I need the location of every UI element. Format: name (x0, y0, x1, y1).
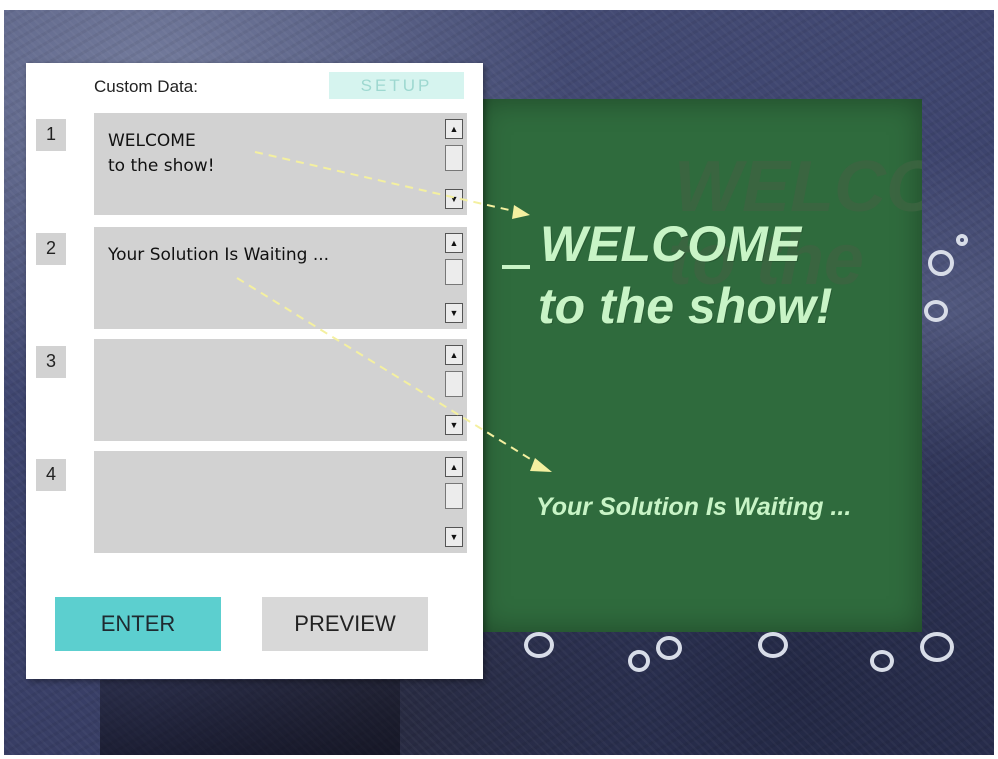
row-field-3[interactable]: ▲ ▼ (94, 339, 467, 441)
subline-text: Your Solution Is Waiting ... (536, 493, 852, 521)
bubble-decoration (920, 632, 954, 662)
display-board: WELCO to the WELCOME to the show! Your S… (478, 99, 922, 632)
custom-data-panel: Custom Data: SETUP 1 WELCOME to the show… (26, 63, 483, 679)
scrollbar-thumb[interactable] (445, 371, 463, 397)
scrollbar-thumb[interactable] (445, 145, 463, 171)
scroll-up-icon[interactable]: ▲ (445, 233, 463, 253)
scroll-up-icon[interactable]: ▲ (445, 119, 463, 139)
row-number-3: 3 (36, 346, 66, 378)
frame-shadow (100, 680, 400, 755)
text-cursor-dash (502, 265, 530, 269)
row-field-2[interactable]: Your Solution Is Waiting ... ▲ ▼ (94, 227, 467, 329)
scroll-down-icon[interactable]: ▼ (445, 527, 463, 547)
preview-button[interactable]: PREVIEW (262, 597, 428, 651)
scroll-up-icon[interactable]: ▲ (445, 345, 463, 365)
custom-data-label: Custom Data: (94, 77, 198, 96)
bubble-decoration (758, 632, 788, 658)
bubble-decoration (870, 650, 894, 672)
row-field-4[interactable]: ▲ ▼ (94, 451, 467, 553)
headline-line-1: WELCOME (540, 216, 802, 272)
bubble-decoration (928, 250, 954, 276)
scrollbar-thumb[interactable] (445, 259, 463, 285)
bubble-decoration (956, 234, 968, 246)
row-number-2: 2 (36, 233, 66, 265)
scroll-down-icon[interactable]: ▼ (445, 189, 463, 209)
scroll-up-icon[interactable]: ▲ (445, 457, 463, 477)
row-text-1[interactable]: WELCOME to the show! (108, 129, 428, 179)
scroll-down-icon[interactable]: ▼ (445, 415, 463, 435)
scroll-down-icon[interactable]: ▼ (445, 303, 463, 323)
row-number-4: 4 (36, 459, 66, 491)
stage: WELCO to the WELCOME to the show! Your S… (0, 0, 998, 759)
row-number-1: 1 (36, 119, 66, 151)
setup-button[interactable]: SETUP (329, 72, 464, 99)
row-text-2[interactable]: Your Solution Is Waiting ... (108, 243, 428, 268)
bubble-decoration (656, 636, 682, 660)
bubble-decoration (924, 300, 948, 322)
scrollbar-thumb[interactable] (445, 483, 463, 509)
row-field-1[interactable]: WELCOME to the show! ▲ ▼ (94, 113, 467, 215)
ghost-text-line-1: WELCO (674, 147, 922, 227)
bubble-decoration (628, 650, 650, 672)
bubble-decoration (524, 632, 554, 658)
enter-button[interactable]: ENTER (55, 597, 221, 651)
headline-line-2: to the show! (538, 278, 833, 334)
